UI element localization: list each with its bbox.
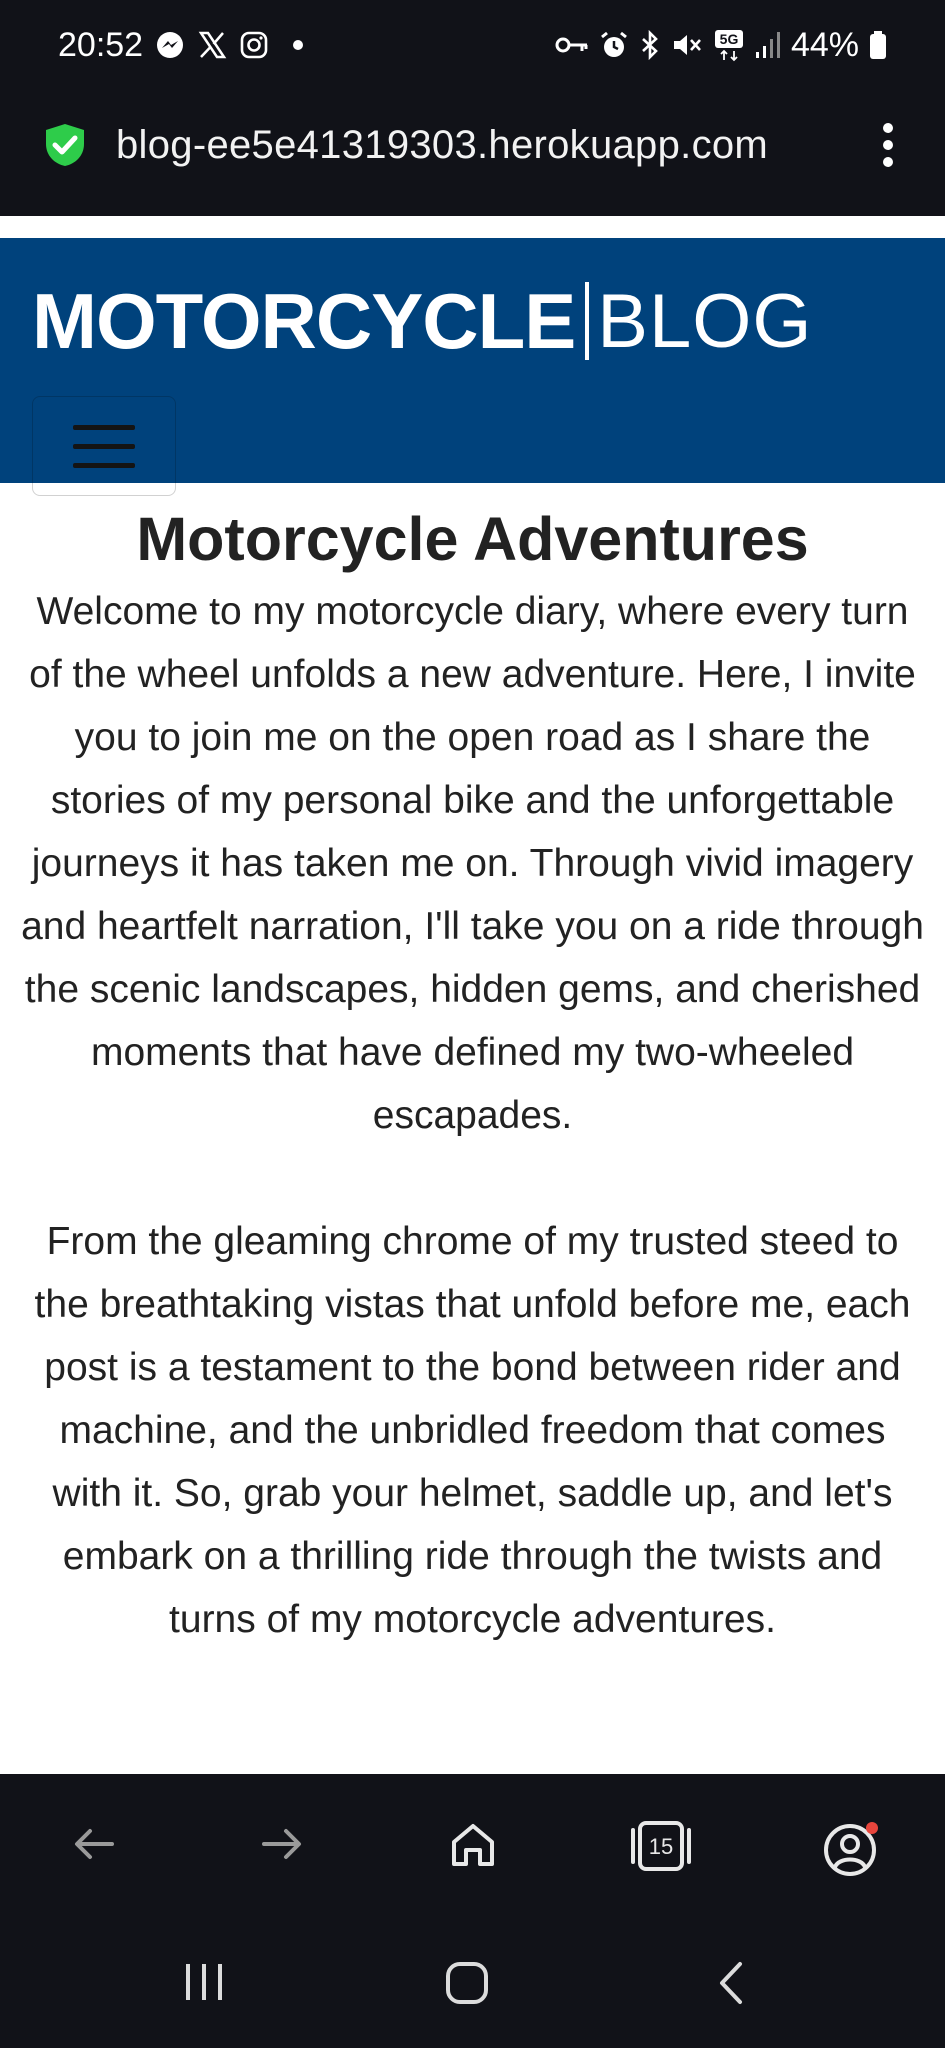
signal-icon: [755, 30, 781, 60]
network-type: 5G: [720, 31, 739, 47]
article-paragraph: From the gleaming chrome of my trusted s…: [34, 1220, 911, 1641]
forward-icon[interactable]: [258, 1820, 306, 1873]
notification-dot: [293, 40, 304, 50]
hamburger-line: [73, 443, 135, 449]
brand-strong: MOTORCYCLE: [32, 276, 576, 365]
home-icon[interactable]: [448, 1820, 498, 1875]
article: Motorcycle Adventures Welcome to my moto…: [0, 498, 945, 1651]
recents-icon[interactable]: [182, 1960, 226, 2009]
article-title: Motorcycle Adventures: [136, 505, 809, 573]
back-icon[interactable]: [70, 1820, 118, 1873]
mute-icon: [671, 30, 703, 60]
back-chevron-icon[interactable]: [716, 1960, 746, 2011]
bluetooth-icon: [639, 30, 661, 60]
home-circle-icon[interactable]: [444, 1960, 490, 2011]
web-page: MOTORCYCLE BLOG Motorcycle Adventures We…: [0, 216, 945, 1774]
hamburger-line: [73, 424, 135, 430]
article-paragraph: Welcome to my motorcycle diary, where ev…: [21, 590, 924, 1137]
tab-count: 15: [649, 1834, 673, 1859]
site-brand[interactable]: MOTORCYCLE BLOG: [32, 276, 812, 366]
site-header: MOTORCYCLE BLOG: [0, 238, 945, 496]
battery-icon: [869, 30, 887, 60]
5g-icon: 5G: [713, 28, 745, 62]
hamburger-line: [73, 462, 135, 468]
status-bar: 20:52 5G 44%: [0, 0, 945, 90]
hamburger-icon[interactable]: [32, 396, 176, 496]
url-text[interactable]: blog-ee5e41319303.herokuapp.com: [116, 120, 768, 170]
battery-percent: 44%: [790, 25, 859, 64]
instagram-icon: [239, 30, 269, 60]
messenger-icon: [155, 30, 185, 60]
account-icon[interactable]: [820, 1820, 882, 1881]
vpn-key-icon: [555, 34, 589, 56]
brand-light: BLOG: [597, 278, 813, 364]
shield-check-icon[interactable]: [42, 122, 88, 173]
x-icon: [197, 30, 227, 60]
alarm-icon: [599, 30, 629, 60]
kebab-menu-icon[interactable]: [881, 122, 895, 173]
tabs-icon[interactable]: 15: [628, 1820, 694, 1877]
status-time: 20:52: [58, 25, 144, 64]
brand-divider: [585, 282, 590, 360]
